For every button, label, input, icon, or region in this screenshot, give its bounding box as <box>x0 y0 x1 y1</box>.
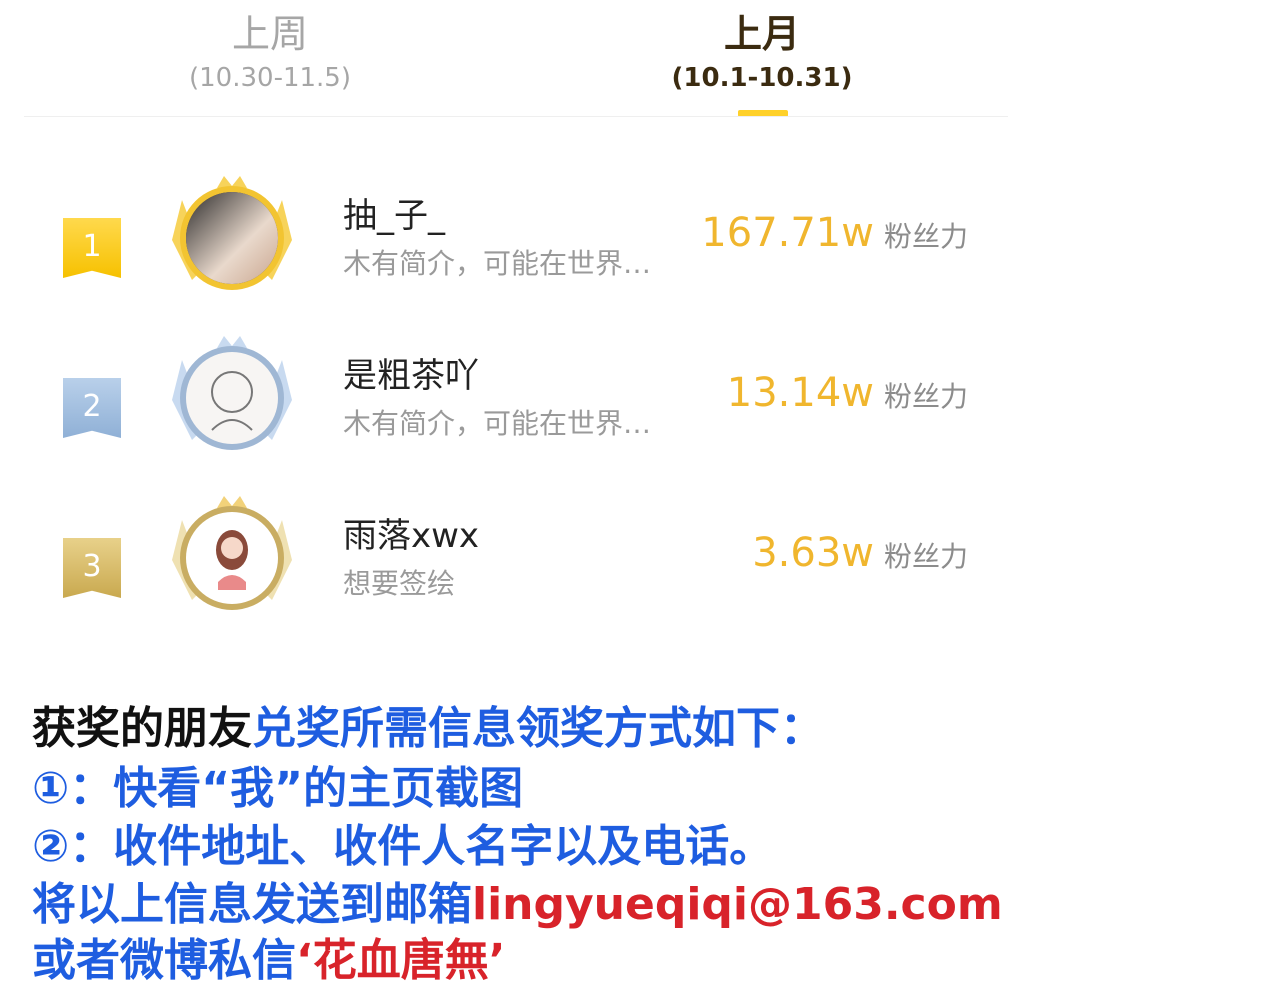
fan-power-unit: 粉丝力 <box>883 380 968 413</box>
avatar[interactable] <box>162 330 302 470</box>
notice-or-weibo: 或者微博私信 <box>32 935 296 986</box>
fan-power-stat: 167.71w 粉丝力 <box>701 210 968 256</box>
user-bio: 木有简介，可能在世界… <box>343 247 652 280</box>
tab-date-range: (10.30-11.5) <box>189 63 351 93</box>
notice-line-3: ②：收件地址、收件人名字以及电话。 <box>32 821 774 872</box>
fan-power-value: 167.71w <box>701 210 874 256</box>
notice-line-1: 获奖的朋友兑奖所需信息领奖方式如下： <box>32 700 824 758</box>
avatar[interactable] <box>162 490 302 630</box>
ranking-row[interactable]: 1 抽_子_ 木有简介，可能在世界… 167.71w 粉丝力 <box>0 170 1010 310</box>
gold-crown-frame-icon <box>172 176 292 290</box>
fan-power-value: 13.14w <box>726 370 874 416</box>
notice-line-5: 或者微博私信‘花血唐無’ <box>32 932 505 990</box>
notice-email[interactable]: lingyueqiqi@163.com <box>472 879 1003 930</box>
user-name: 是粗茶吖 <box>343 356 479 396</box>
bronze-crown-frame-icon <box>172 496 292 610</box>
tab-title: 上月 <box>723 12 800 56</box>
user-name: 抽_子_ <box>343 196 445 236</box>
rank-badge: 2 <box>63 378 121 438</box>
ranking-row[interactable]: 2 是粗茶吖 木有简介，可能在世界… 13.14w 粉丝力 <box>0 330 1010 470</box>
fan-power-stat: 13.14w 粉丝力 <box>727 370 968 416</box>
rank-badge: 3 <box>63 538 121 598</box>
tab-last-week[interactable]: 上周 (10.30-11.5) <box>120 8 420 96</box>
tab-last-month[interactable]: 上月 (10.1-10.31) <box>612 8 912 96</box>
avatar[interactable] <box>162 170 302 310</box>
notice-line-4: 将以上信息发送到邮箱lingyueqiqi@163.com <box>32 876 1003 934</box>
tab-divider <box>24 116 1008 117</box>
silver-crown-frame-icon <box>172 336 292 450</box>
fan-power-stat: 3.63w 粉丝力 <box>752 530 968 576</box>
fan-power-unit: 粉丝力 <box>883 220 968 253</box>
user-bio: 想要签绘 <box>343 567 456 600</box>
notice-winners: 获奖的朋友 <box>32 703 252 754</box>
notice-weibo-account[interactable]: ‘花血唐無’ <box>296 935 505 986</box>
tab-date-range: (10.1-10.31) <box>671 63 853 93</box>
ranking-row[interactable]: 3 雨落xwx 想要签绘 3.63w 粉丝力 <box>0 490 1010 630</box>
user-bio: 木有简介，可能在世界… <box>343 407 652 440</box>
notice-heading: 兑奖所需信息领奖方式如下： <box>252 703 824 754</box>
user-name: 雨落xwx <box>343 516 480 556</box>
notice-send-to: 将以上信息发送到邮箱 <box>32 879 472 930</box>
fan-power-value: 3.63w <box>752 530 874 576</box>
rank-badge: 1 <box>63 218 121 278</box>
fan-power-unit: 粉丝力 <box>883 540 968 573</box>
tab-title: 上周 <box>231 12 308 56</box>
notice-line-2: ①：快看“我”的主页截图 <box>32 763 524 814</box>
